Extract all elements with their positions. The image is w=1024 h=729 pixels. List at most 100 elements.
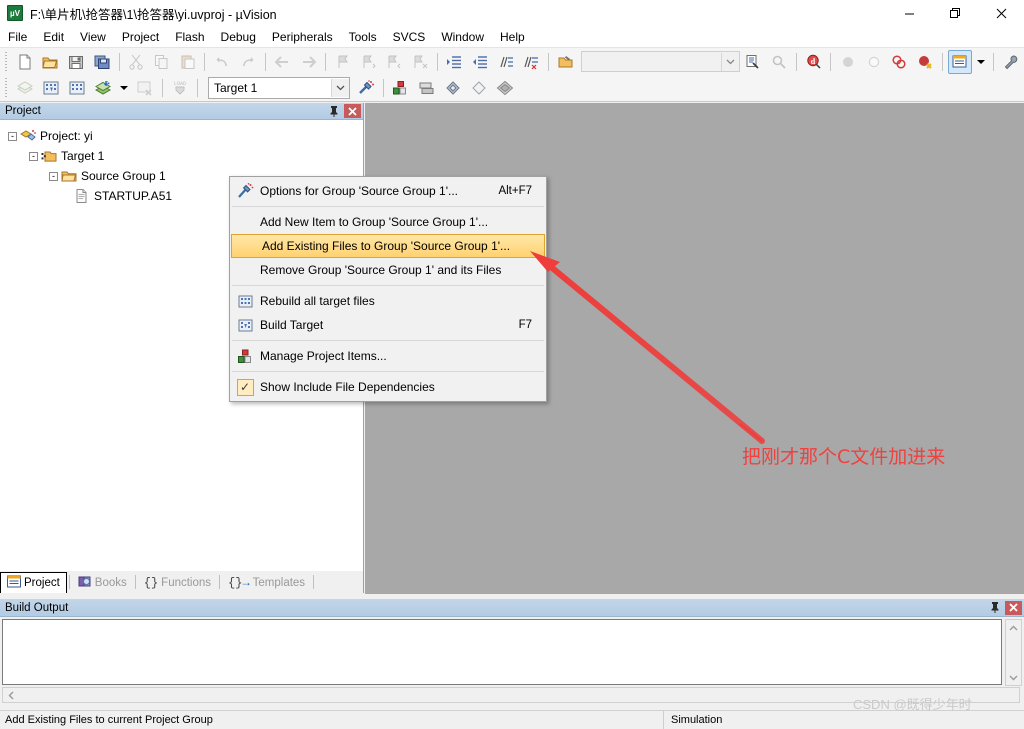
navigate-back-icon[interactable] xyxy=(271,50,295,74)
close-icon[interactable] xyxy=(1005,600,1022,615)
find-in-files-icon[interactable] xyxy=(741,50,765,74)
window-dropdown-icon[interactable] xyxy=(974,50,989,74)
breakpoint-disable-icon[interactable] xyxy=(862,50,886,74)
toolbar-grip[interactable] xyxy=(3,52,10,71)
find-combobox[interactable] xyxy=(580,51,741,72)
chevron-down-icon[interactable] xyxy=(721,52,740,71)
expander-toggle[interactable]: - xyxy=(49,171,58,181)
tree-label: Source Group 1 xyxy=(81,169,166,183)
download-icon[interactable]: LOAD xyxy=(168,76,192,100)
window-title: F:\单片机\抢答器\1\抢答器\yi.uvproj - µVision xyxy=(30,7,277,22)
pin-icon[interactable] xyxy=(326,104,342,119)
target-selected-value: Target 1 xyxy=(214,80,258,95)
open-file-icon[interactable] xyxy=(39,50,63,74)
menu-item-rebuild-all[interactable]: Rebuild all target files xyxy=(230,289,546,313)
indent-left-icon[interactable] xyxy=(468,50,492,74)
tree-node-target[interactable]: - Target 1 xyxy=(6,146,363,166)
new-file-icon[interactable] xyxy=(13,50,37,74)
target-options-icon[interactable] xyxy=(354,76,378,100)
save-icon[interactable] xyxy=(64,50,88,74)
expander-toggle[interactable]: - xyxy=(8,131,17,141)
undo-icon[interactable] xyxy=(210,50,234,74)
manage-multi-project-icon[interactable] xyxy=(493,76,517,100)
minimize-button[interactable] xyxy=(886,0,932,26)
find-next-icon[interactable] xyxy=(767,50,791,74)
copy-icon[interactable] xyxy=(150,50,174,74)
annotation-text: 把刚才那个C文件加进来 xyxy=(742,446,946,468)
tab-functions[interactable]: {} Functions xyxy=(138,573,217,593)
toolbar-separator xyxy=(118,52,120,71)
menu-item-options-for-group[interactable]: Options for Group 'Source Group 1'... Al… xyxy=(230,179,546,203)
toolbar-separator xyxy=(197,78,198,97)
uncomment-icon[interactable] xyxy=(520,50,544,74)
tab-project[interactable]: Project xyxy=(0,572,67,593)
save-all-icon[interactable] xyxy=(90,50,114,74)
open-file-browse-icon[interactable] xyxy=(554,50,578,74)
scroll-left-icon[interactable] xyxy=(3,688,18,703)
toolbar-separator xyxy=(830,52,832,71)
menu-item-add-existing-files[interactable]: Add Existing Files to Group 'Source Grou… xyxy=(231,234,545,258)
menu-view[interactable]: View xyxy=(72,27,114,47)
breakpoint-kill-all-icon[interactable] xyxy=(888,50,912,74)
menu-item-remove-group[interactable]: Remove Group 'Source Group 1' and its Fi… xyxy=(230,258,546,282)
restore-button[interactable] xyxy=(932,0,978,26)
bookmark-toggle-icon[interactable] xyxy=(331,50,355,74)
chevron-down-icon[interactable] xyxy=(331,78,349,97)
tree-node-project[interactable]: - Project: yi xyxy=(6,126,363,146)
redo-icon[interactable] xyxy=(236,50,260,74)
pack-installer-icon[interactable] xyxy=(441,76,465,100)
menu-item-build-target[interactable]: Build Target F7 xyxy=(230,313,546,337)
close-icon[interactable] xyxy=(344,104,361,118)
menu-flash[interactable]: Flash xyxy=(167,27,212,47)
menu-debug[interactable]: Debug xyxy=(213,27,264,47)
paste-icon[interactable] xyxy=(176,50,200,74)
bookmark-next-icon[interactable] xyxy=(382,50,406,74)
manage-components-icon[interactable] xyxy=(389,76,413,100)
tab-books[interactable]: Books xyxy=(72,573,133,593)
configuration-wizard-icon[interactable] xyxy=(999,50,1023,74)
close-button[interactable] xyxy=(978,0,1024,26)
menu-edit[interactable]: Edit xyxy=(35,27,72,47)
menu-help[interactable]: Help xyxy=(492,27,533,47)
build-output-text[interactable] xyxy=(2,619,1002,685)
navigate-forward-icon[interactable] xyxy=(296,50,320,74)
bookmark-prev-icon[interactable] xyxy=(357,50,381,74)
batch-build-icon[interactable] xyxy=(91,76,115,100)
select-software-packs-icon[interactable] xyxy=(467,76,491,100)
cut-icon[interactable] xyxy=(125,50,149,74)
translate-icon[interactable] xyxy=(13,76,37,100)
menu-tools[interactable]: Tools xyxy=(341,27,385,47)
indent-right-icon[interactable] xyxy=(443,50,467,74)
menu-item-label: Manage Project Items... xyxy=(260,349,387,363)
target-combobox[interactable]: Target 1 xyxy=(208,76,350,99)
menu-window[interactable]: Window xyxy=(433,27,492,47)
comment-icon[interactable] xyxy=(494,50,518,74)
menu-file[interactable]: File xyxy=(0,27,35,47)
bookmark-clear-icon[interactable] xyxy=(408,50,432,74)
status-mode: Simulation xyxy=(671,713,723,726)
menu-item-add-new-item[interactable]: Add New Item to Group 'Source Group 1'..… xyxy=(230,210,546,234)
menu-peripherals[interactable]: Peripherals xyxy=(264,27,341,47)
start-debug-icon[interactable]: d xyxy=(802,50,826,74)
expander-toggle[interactable]: - xyxy=(29,151,38,161)
menu-project[interactable]: Project xyxy=(114,27,167,47)
batch-build-dropdown-icon[interactable] xyxy=(117,76,131,100)
menu-item-show-include-dependencies[interactable]: ✓ Show Include File Dependencies xyxy=(230,375,546,399)
build-output-vertical-scrollbar[interactable] xyxy=(1005,619,1022,686)
tab-templates[interactable]: {}→ Templates xyxy=(222,573,311,593)
toolbar-grip[interactable] xyxy=(3,78,10,97)
pin-icon[interactable] xyxy=(987,600,1003,615)
menu-item-manage-project-items[interactable]: Manage Project Items... xyxy=(230,344,546,368)
folder-icon xyxy=(61,169,77,183)
build-icon[interactable] xyxy=(39,76,63,100)
stop-build-icon[interactable] xyxy=(133,76,157,100)
scroll-up-icon[interactable] xyxy=(1006,620,1021,635)
empty-icon-slot xyxy=(232,235,262,257)
rebuild-all-icon[interactable] xyxy=(65,76,89,100)
menu-svcs[interactable]: SVCS xyxy=(385,27,434,47)
manage-run-env-icon[interactable] xyxy=(415,76,439,100)
scroll-down-icon[interactable] xyxy=(1006,670,1021,685)
project-window-toggle-icon[interactable] xyxy=(947,49,972,74)
breakpoint-disable-all-icon[interactable] xyxy=(913,50,937,74)
breakpoint-icon[interactable] xyxy=(836,50,860,74)
